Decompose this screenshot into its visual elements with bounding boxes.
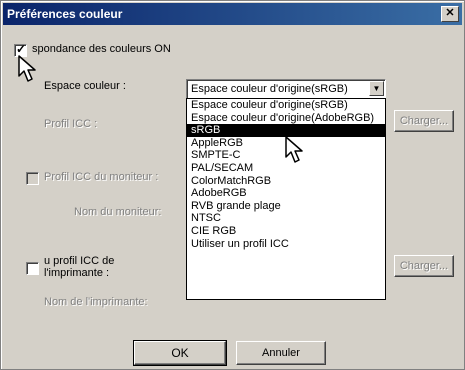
printer-name-label: Nom de l'imprimante: xyxy=(44,296,148,308)
chevron-down-icon[interactable]: ▼ xyxy=(369,81,384,96)
cancel-button[interactable]: Annuler xyxy=(236,341,326,365)
cancel-button-label: Annuler xyxy=(262,347,300,359)
dropdown-option[interactable]: Utiliser un profil ICC xyxy=(187,238,385,251)
title-bar[interactable]: Préférences couleur ✕ xyxy=(3,3,462,25)
dropdown-option[interactable]: ColorMatchRGB xyxy=(187,175,385,188)
dropdown-option[interactable]: Espace couleur d'origine(sRGB) xyxy=(187,99,385,112)
printer-profile-checkbox[interactable] xyxy=(26,262,39,275)
close-icon: ✕ xyxy=(445,7,455,19)
monitor-profile-label: Profil ICC du moniteur : xyxy=(44,171,159,183)
dropdown-option[interactable]: Espace couleur d'origine(AdobeRGB) xyxy=(187,112,385,125)
load-icc-button-label: Charger... xyxy=(399,115,449,127)
mouse-cursor-icon xyxy=(18,55,36,82)
monitor-name-label: Nom du moniteur: xyxy=(74,206,162,218)
color-space-dropdown: Espace couleur d'origine(sRGB) Espace co… xyxy=(186,98,386,300)
color-space-value: Espace couleur d'origine(sRGB) xyxy=(191,83,348,95)
ok-button-label: OK xyxy=(171,346,189,360)
icc-profile-label: Profil ICC : xyxy=(44,118,98,130)
dropdown-option[interactable]: AdobeRGB xyxy=(187,187,385,200)
printer-profile-label-1: u profil ICC de xyxy=(44,255,115,267)
close-button[interactable]: ✕ xyxy=(441,6,459,22)
monitor-profile-checkbox[interactable] xyxy=(26,172,39,185)
dropdown-option[interactable]: CIE RGB xyxy=(187,225,385,238)
mouse-cursor-icon xyxy=(285,136,303,163)
ok-button[interactable]: OK xyxy=(133,340,227,366)
load-printer-icc-button[interactable]: Charger... xyxy=(394,255,454,277)
color-space-select[interactable]: Espace couleur d'origine(sRGB) ▼ xyxy=(186,79,386,99)
load-icc-button[interactable]: Charger... xyxy=(394,110,454,132)
color-space-label: Espace couleur : xyxy=(44,80,126,92)
color-matching-label: spondance des couleurs ON xyxy=(32,43,171,55)
printer-profile-label-2: l'imprimante : xyxy=(44,267,110,279)
dropdown-option[interactable]: RVB grande plage xyxy=(187,200,385,213)
dropdown-option-highlighted[interactable]: sRGB xyxy=(187,124,385,137)
window-title: Préférences couleur xyxy=(7,7,123,21)
load-printer-icc-button-label: Charger... xyxy=(399,260,449,272)
dropdown-option[interactable]: NTSC xyxy=(187,212,385,225)
checkmark-icon: ✓ xyxy=(16,42,27,56)
